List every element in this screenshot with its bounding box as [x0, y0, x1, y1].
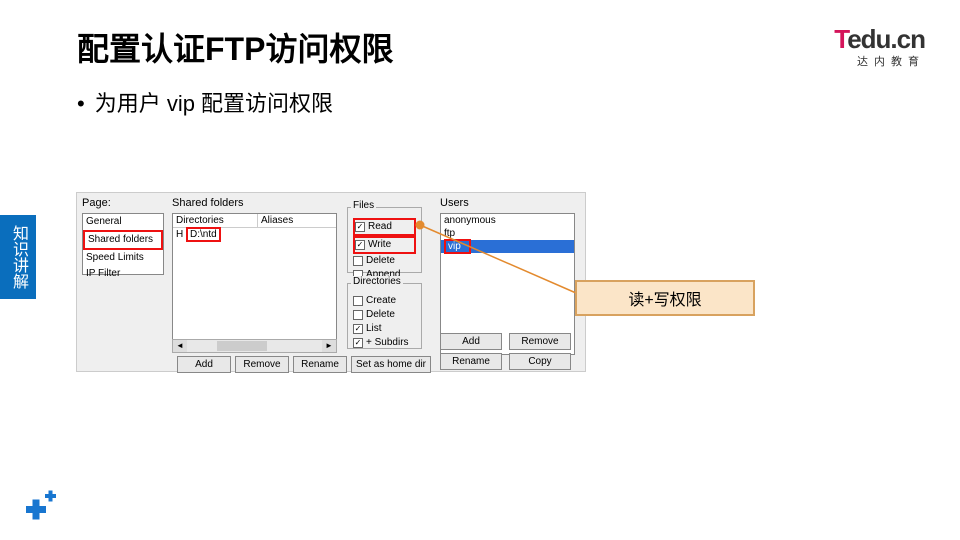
checkbox-dir-delete[interactable] [353, 310, 363, 320]
files-permissions-group: Files ✓Read ✓Write Delete Append [347, 207, 422, 273]
folder-row[interactable]: H D:\ntd [173, 228, 336, 241]
page-title: 配置认证FTP访问权限 [77, 24, 393, 70]
decor-plus-icon [18, 488, 60, 528]
folders-scrollbar[interactable]: ◄ ► [172, 339, 337, 353]
users-copy-button[interactable]: Copy [509, 353, 571, 370]
perm-write-label: Write [368, 238, 391, 252]
scroll-thumb[interactable] [217, 341, 267, 351]
user-item-vip[interactable]: vip [441, 240, 574, 253]
settings-dialog: Page: General Shared folders Speed Limit… [76, 192, 586, 372]
folders-header: Directories Aliases [173, 214, 336, 228]
page-item-speed-limits[interactable]: Speed Limits [83, 250, 163, 266]
checkbox-create[interactable] [353, 296, 363, 306]
page-list[interactable]: General Shared folders Speed Limits IP F… [82, 213, 164, 275]
folder-path: D:\ntd [186, 227, 221, 242]
checkbox-list[interactable]: ✓ [353, 324, 363, 334]
checkbox-write[interactable]: ✓ [355, 240, 365, 250]
folders-remove-button[interactable]: Remove [235, 356, 289, 373]
perm-subdirs-row[interactable]: ✓+ Subdirs [353, 336, 416, 350]
brand-main: Tedu.cn [834, 24, 925, 55]
scroll-left-icon[interactable]: ◄ [173, 340, 187, 352]
perm-delete-row[interactable]: Delete [353, 254, 416, 268]
bullet-text: • 为用户 vip 配置访问权限 [77, 86, 333, 118]
brand-rest: edu.cn [847, 24, 925, 54]
perm-create-label: Create [366, 294, 396, 308]
page-item-ip-filter[interactable]: IP Filter [83, 266, 163, 282]
files-group-label: Files [351, 200, 376, 211]
checkbox-subdirs[interactable]: ✓ [353, 338, 363, 348]
col-directories: Directories [173, 214, 258, 227]
page-item-shared-folders[interactable]: Shared folders [83, 230, 163, 250]
users-remove-button[interactable]: Remove [509, 333, 571, 350]
perm-create-row[interactable]: Create [353, 294, 416, 308]
perm-dir-delete-label: Delete [366, 308, 395, 322]
scroll-right-icon[interactable]: ► [322, 340, 336, 352]
perm-read-row[interactable]: ✓Read [353, 218, 416, 236]
perm-read-label: Read [368, 220, 392, 234]
side-tab: 知识讲解 [0, 215, 36, 299]
dirs-permissions-group: Directories Create Delete ✓List ✓+ Subdi… [347, 283, 422, 349]
checkbox-file-delete[interactable] [353, 256, 363, 266]
folders-rename-button[interactable]: Rename [293, 356, 347, 373]
brand-sub: 达内教育 [834, 53, 925, 69]
perm-file-delete-label: Delete [366, 254, 395, 268]
side-tab-text: 知识讲解 [7, 225, 29, 289]
perm-subdirs-label: + Subdirs [366, 336, 409, 350]
page-item-general[interactable]: General [83, 214, 163, 230]
bullet-dot-icon: • [77, 91, 85, 117]
users-rename-button[interactable]: Rename [440, 353, 502, 370]
perm-list-label: List [366, 322, 382, 336]
bullet-content: 为用户 vip 配置访问权限 [95, 91, 333, 116]
brand-t: T [834, 24, 847, 54]
perm-list-row[interactable]: ✓List [353, 322, 416, 336]
brand-logo: Tedu.cn 达内教育 [834, 24, 925, 69]
user-vip-label: vip [444, 239, 471, 254]
set-home-dir-button[interactable]: Set as home dir [351, 356, 431, 373]
perm-write-row[interactable]: ✓Write [353, 236, 416, 254]
user-item-anonymous[interactable]: anonymous [441, 214, 574, 227]
page-label: Page: [82, 197, 111, 209]
checkbox-read[interactable]: ✓ [355, 222, 365, 232]
annotation-box: 读+写权限 [575, 280, 755, 316]
folders-list[interactable]: Directories Aliases H D:\ntd [172, 213, 337, 343]
col-aliases: Aliases [258, 214, 296, 227]
shared-folders-label: Shared folders [172, 197, 244, 209]
dirs-group-label: Directories [351, 276, 403, 287]
folder-prefix: H [176, 229, 183, 240]
users-add-button[interactable]: Add [440, 333, 502, 350]
perm-dir-delete-row[interactable]: Delete [353, 308, 416, 322]
folders-add-button[interactable]: Add [177, 356, 231, 373]
users-label: Users [440, 197, 469, 209]
